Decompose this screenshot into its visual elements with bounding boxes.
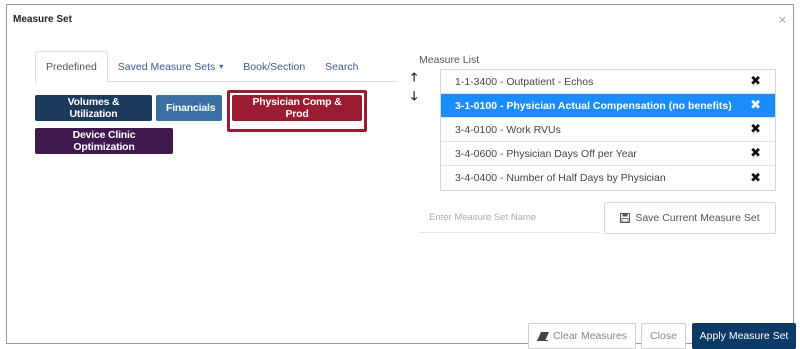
caret-down-icon: ▾ bbox=[219, 62, 224, 71]
measure-label: 1-1-3400 - Outpatient - Echos bbox=[455, 75, 594, 88]
category-device-clinic-optimization-button[interactable]: Device Clinic Optimization bbox=[35, 128, 173, 154]
list-item[interactable]: 3-4-0100 - Work RVUs ✖ bbox=[441, 118, 775, 142]
tab-bar: Predefined Saved Measure Sets ▾ Book/Sec… bbox=[35, 51, 397, 83]
tab-label: Saved Measure Sets bbox=[117, 60, 216, 73]
remove-icon[interactable]: ✖ bbox=[750, 122, 761, 137]
measure-label: 3-4-0100 - Work RVUs bbox=[455, 123, 561, 136]
save-measure-set-button[interactable]: Save Current Measure Set bbox=[604, 202, 776, 234]
measure-label: 3-4-0600 - Physician Days Off per Year bbox=[455, 147, 637, 160]
apply-measure-set-button[interactable]: Apply Measure Set bbox=[692, 323, 796, 349]
list-item[interactable]: 3-1-0100 - Physician Actual Compensation… bbox=[441, 94, 775, 118]
list-item[interactable]: 3-4-0400 - Number of Half Days by Physic… bbox=[441, 166, 775, 190]
remove-icon[interactable]: ✖ bbox=[750, 74, 761, 89]
tab-label: Search bbox=[325, 60, 359, 73]
move-up-icon[interactable]: 🡑 bbox=[411, 68, 417, 89]
move-down-icon[interactable]: 🡓 bbox=[411, 87, 417, 108]
eraser-icon bbox=[536, 331, 549, 341]
close-button[interactable]: Close bbox=[641, 323, 686, 349]
measure-list: 1-1-3400 - Outpatient - Echos ✖ 3-1-0100… bbox=[440, 69, 776, 191]
remove-icon[interactable]: ✖ bbox=[750, 146, 761, 161]
clear-measures-button[interactable]: Clear Measures bbox=[528, 323, 636, 349]
tab-search[interactable]: Search bbox=[315, 51, 368, 82]
category-physician-comp-prod-button[interactable]: Physician Comp & Prod bbox=[232, 95, 362, 121]
tab-predefined[interactable]: Predefined bbox=[35, 51, 108, 83]
modal-title: Measure Set bbox=[13, 14, 72, 25]
clear-measures-label: Clear Measures bbox=[552, 330, 628, 342]
tab-label: Book/Section bbox=[243, 60, 306, 73]
save-icon bbox=[620, 213, 631, 223]
measure-label: 3-1-0100 - Physician Actual Compensation… bbox=[455, 99, 732, 112]
list-item[interactable]: 3-4-0600 - Physician Days Off per Year ✖ bbox=[441, 142, 775, 166]
remove-icon[interactable]: ✖ bbox=[750, 171, 761, 186]
measure-set-modal: Measure Set × Predefined Saved Measure S… bbox=[6, 4, 796, 349]
tab-label: Predefined bbox=[46, 61, 97, 73]
measure-set-name-input[interactable] bbox=[419, 203, 599, 233]
category-volumes-utilization-button[interactable]: Volumes & Utilization bbox=[35, 95, 152, 121]
tab-book-section[interactable]: Book/Section bbox=[233, 51, 315, 82]
measure-list-label: Measure List bbox=[419, 54, 480, 66]
list-item[interactable]: 1-1-3400 - Outpatient - Echos ✖ bbox=[441, 70, 775, 94]
close-icon[interactable]: × bbox=[778, 13, 787, 26]
save-button-label: Save Current Measure Set bbox=[635, 212, 760, 224]
measure-label: 3-4-0400 - Number of Half Days by Physic… bbox=[455, 172, 666, 184]
category-financials-button[interactable]: Financials bbox=[156, 95, 222, 121]
tab-saved-measure-sets[interactable]: Saved Measure Sets ▾ bbox=[108, 51, 233, 82]
remove-icon[interactable]: ✖ bbox=[750, 98, 761, 113]
